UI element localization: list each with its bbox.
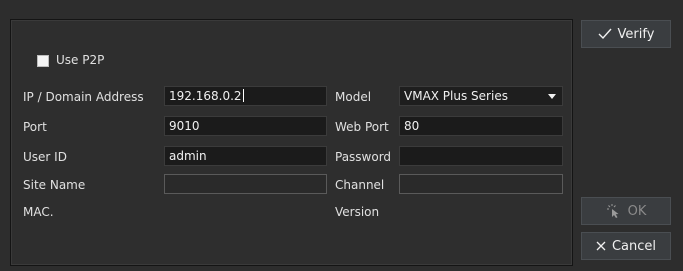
version-label: Version bbox=[335, 205, 380, 219]
use-p2p-checkbox[interactable] bbox=[37, 55, 49, 67]
model-select-value: VMAX Plus Series bbox=[404, 89, 508, 103]
site-name-input[interactable] bbox=[164, 174, 327, 194]
channel-input[interactable] bbox=[399, 174, 563, 194]
ip-domain-address-label: IP / Domain Address bbox=[23, 90, 144, 104]
cancel-button[interactable]: Cancel bbox=[581, 232, 671, 260]
user-id-input[interactable]: admin bbox=[164, 146, 327, 166]
password-label: Password bbox=[335, 150, 392, 164]
mac-label: MAC. bbox=[23, 205, 54, 219]
web-port-input[interactable]: 80 bbox=[399, 116, 563, 136]
model-select[interactable]: VMAX Plus Series bbox=[399, 86, 563, 106]
ok-button[interactable]: OK bbox=[581, 197, 671, 225]
verify-button-label: Verify bbox=[617, 26, 655, 42]
password-input[interactable] bbox=[399, 146, 563, 166]
use-p2p-label: Use P2P bbox=[56, 53, 105, 67]
ip-domain-address-value: 192.168.0.2 bbox=[169, 89, 242, 103]
site-name-label: Site Name bbox=[23, 178, 86, 192]
device-settings-dialog: Use P2P IP / Domain Address 192.168.0.2 … bbox=[0, 0, 683, 271]
port-label: Port bbox=[23, 120, 47, 134]
port-input[interactable]: 9010 bbox=[164, 116, 327, 136]
cancel-button-label: Cancel bbox=[611, 238, 657, 254]
caret-down-icon bbox=[548, 94, 556, 99]
close-icon bbox=[596, 241, 606, 251]
channel-label: Channel bbox=[335, 178, 385, 192]
user-id-label: User ID bbox=[23, 150, 67, 164]
text-caret bbox=[242, 89, 244, 102]
verify-button[interactable]: Verify bbox=[581, 20, 671, 48]
model-label: Model bbox=[335, 90, 372, 104]
web-port-label: Web Port bbox=[335, 120, 389, 134]
ok-button-label: OK bbox=[627, 203, 647, 219]
ip-domain-address-input[interactable]: 192.168.0.2 bbox=[164, 86, 327, 106]
pointer-click-icon bbox=[606, 203, 622, 219]
checkmark-icon bbox=[598, 28, 612, 40]
